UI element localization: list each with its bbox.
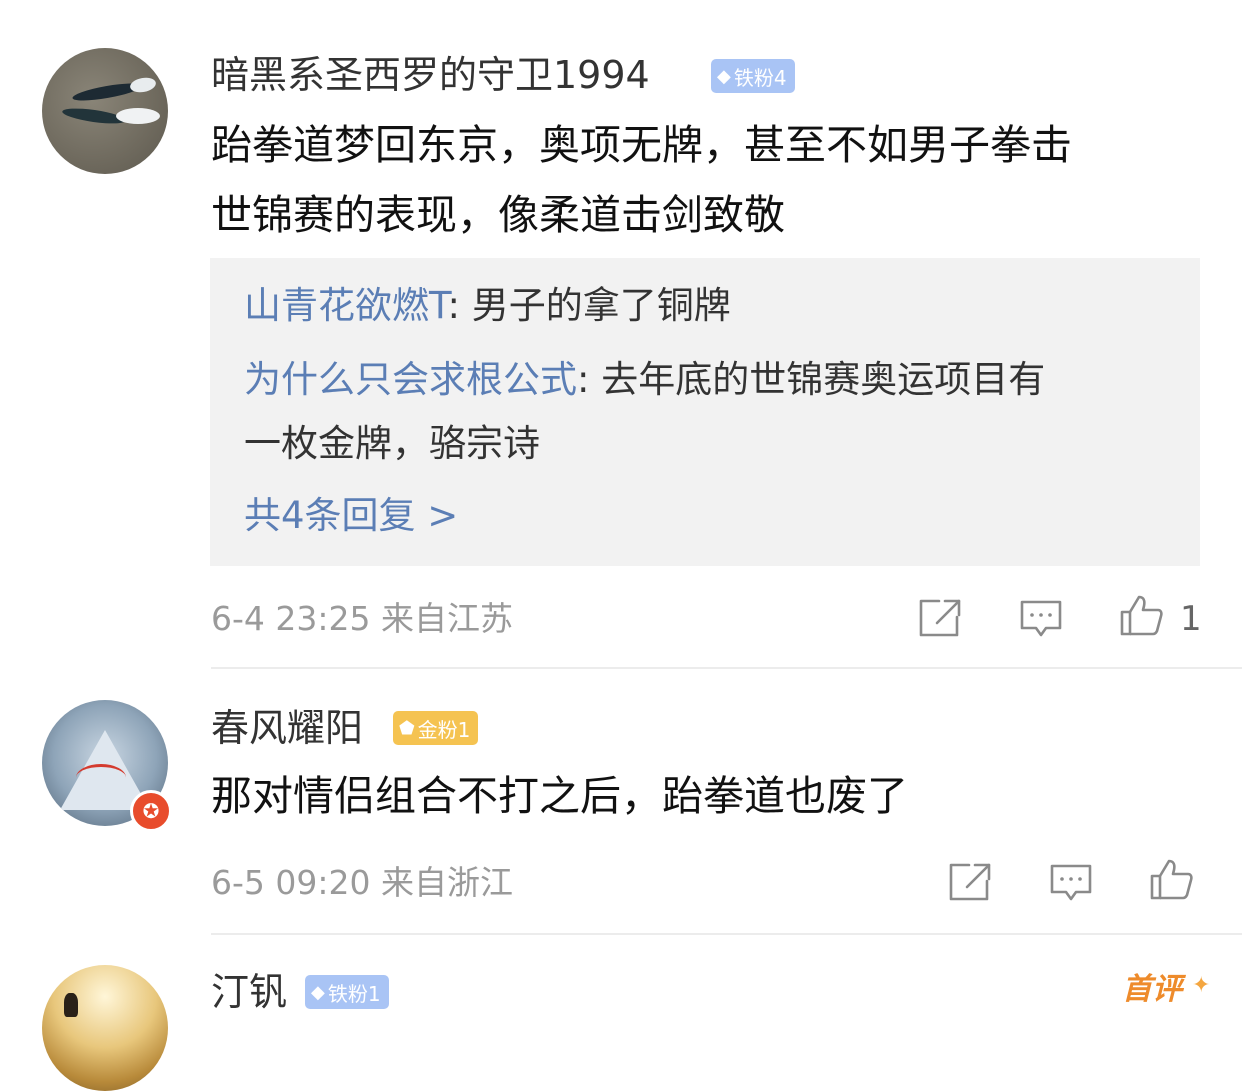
username[interactable]: 汀钒 — [211, 967, 287, 1017]
fan-badge[interactable]: ⬟ 金粉1 — [393, 711, 479, 745]
username[interactable]: 春风耀阳 — [211, 703, 363, 753]
comment-text: 那对情侣组合不打之后，跆拳道也废了 — [211, 761, 1196, 831]
comment-meta: 6-4 23:25 来自江苏 — [211, 597, 513, 641]
comment-text-line: 跆拳道梦回东京，奥项无牌，甚至不如男子拳击 — [211, 121, 1072, 169]
share-icon[interactable] — [917, 597, 963, 639]
reply-text: : 去年底的世锦赛奥运项目有 — [577, 358, 1046, 401]
fan-badge-label: 铁粉4 — [733, 65, 787, 90]
reply-username[interactable]: 为什么只会求根公式 — [244, 358, 577, 401]
avatar[interactable] — [42, 965, 168, 1091]
more-replies-link[interactable]: 共4条回复 > — [244, 486, 458, 546]
reply-item: 山青花欲燃T: 男子的拿了铜牌 — [244, 274, 1184, 338]
comment-icon[interactable] — [1048, 862, 1094, 904]
star-icon: ✪ — [130, 790, 172, 832]
comment-text: 跆拳道梦回东京，奥项无牌，甚至不如男子拳击 世锦赛的表现，像柔道击剑致敬 — [211, 110, 1196, 250]
comment-location: 来自浙江 — [381, 863, 513, 902]
comment-time: 6-5 09:20 — [211, 863, 371, 902]
reply-text: 一枚金牌，骆宗诗 — [244, 422, 540, 465]
reply-username[interactable]: 山青花欲燃T — [244, 284, 448, 327]
first-comment-tag-label: 首评 — [1122, 972, 1182, 1007]
comment-location: 来自江苏 — [381, 599, 513, 638]
avatar[interactable] — [42, 48, 168, 174]
diamond-icon: ◆ — [311, 981, 325, 1003]
comment-text-line: 那对情侣组合不打之后，跆拳道也废了 — [211, 772, 908, 820]
comment-time: 6-4 23:25 — [211, 599, 371, 638]
first-comment-tag: 首评 ✦ — [1122, 968, 1210, 1012]
divider — [211, 933, 1242, 935]
comment-text-line: 世锦赛的表现，像柔道击剑致敬 — [211, 191, 785, 239]
share-icon[interactable] — [947, 861, 993, 903]
diamond-icon: ⬟ — [399, 717, 415, 739]
fan-badge-label: 铁粉1 — [327, 981, 381, 1006]
reply-text: : 男子的拿了铜牌 — [447, 284, 731, 327]
fan-badge[interactable]: ◆ 铁粉1 — [305, 975, 389, 1009]
divider — [211, 667, 1242, 669]
fan-badge[interactable]: ◆ 铁粉4 — [711, 59, 795, 93]
like-count: 1 — [1180, 599, 1202, 639]
thumbs-up-icon[interactable] — [1118, 594, 1164, 636]
reply-item: 为什么只会求根公式: 去年底的世锦赛奥运项目有 一枚金牌，骆宗诗 — [244, 348, 1184, 476]
username[interactable]: 暗黑系圣西罗的守卫1994 — [211, 50, 650, 100]
comment-meta: 6-5 09:20 来自浙江 — [211, 861, 513, 905]
reply-box[interactable]: 山青花欲燃T: 男子的拿了铜牌 为什么只会求根公式: 去年底的世锦赛奥运项目有 … — [210, 258, 1200, 566]
diamond-icon: ◆ — [717, 65, 731, 87]
sparkle-icon: ✦ — [1192, 973, 1211, 998]
fan-badge-label: 金粉1 — [417, 717, 471, 742]
comment-icon[interactable] — [1018, 598, 1064, 640]
thumbs-up-icon[interactable] — [1148, 858, 1194, 900]
